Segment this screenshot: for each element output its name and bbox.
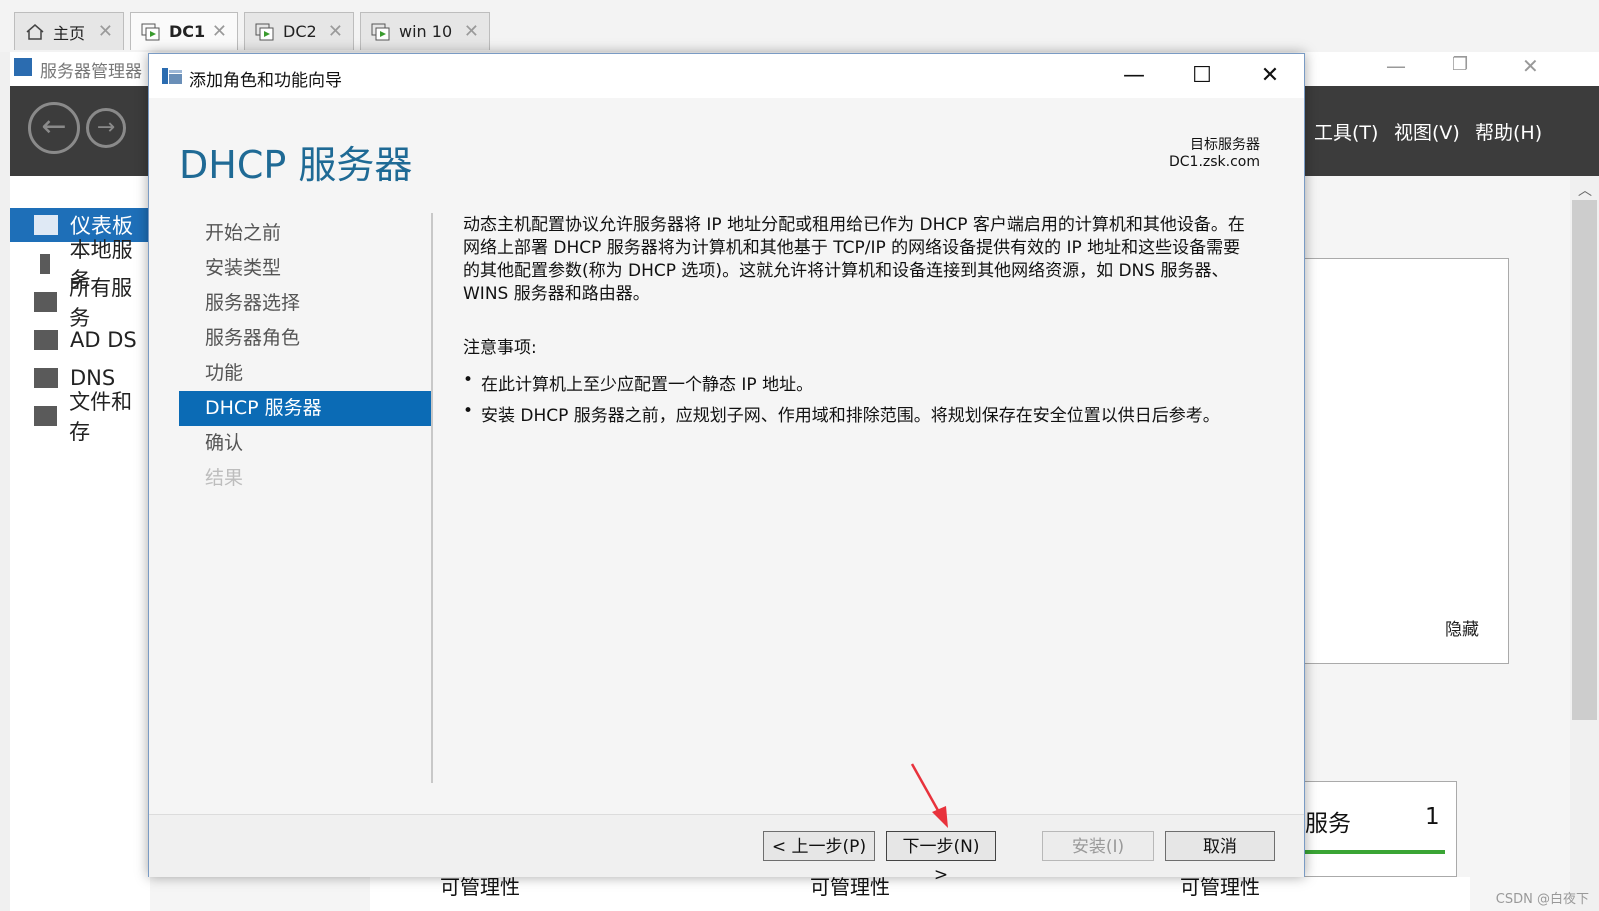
wizard-footer: < 上一步(P) 下一步(N) > 安装(I) 取消: [149, 814, 1304, 885]
next-button[interactable]: 下一步(N) >: [886, 831, 996, 885]
dns-icon: [34, 368, 58, 388]
bullet-icon: •: [463, 401, 474, 421]
description-line: 网络上部署 DHCP 服务器将为计算机和其他基于 TCP/IP 的网络设备提供有…: [463, 238, 1241, 258]
close-icon[interactable]: ✕: [1522, 54, 1539, 78]
cancel-button[interactable]: 取消: [1165, 831, 1275, 861]
note-text: 在此计算机上至少应配置一个静态 IP 地址。: [481, 375, 814, 395]
close-icon[interactable]: ✕: [464, 21, 479, 42]
menu-help[interactable]: 帮助(H): [1475, 118, 1542, 145]
step-installation-type[interactable]: 安装类型: [179, 251, 431, 286]
list-item: • 在此计算机上至少应配置一个静态 IP 地址。: [463, 370, 1220, 401]
server-icon: [40, 254, 50, 274]
forward-button[interactable]: →: [86, 108, 126, 148]
steps-divider: [431, 213, 433, 783]
tab-label: DC1: [169, 22, 206, 41]
page-title: DHCP 服务器: [179, 143, 413, 187]
target-server-label: 目标服务器: [1190, 137, 1260, 153]
tile-title: 服务: [1305, 811, 1351, 837]
add-roles-wizard-dialog: 添加角色和功能向导 — ☐ ✕ DHCP 服务器 目标服务器 DC1.zsk.c…: [148, 53, 1305, 885]
step-server-selection[interactable]: 服务器选择: [179, 286, 431, 321]
step-before-you-begin[interactable]: 开始之前: [179, 216, 431, 251]
note-text: 安装 DHCP 服务器之前，应规划子网、作用域和排除范围。将规划保存在安全位置以…: [481, 406, 1220, 426]
annotation-arrow-icon: [910, 763, 948, 828]
step-confirmation[interactable]: 确认: [179, 426, 431, 461]
sidebar-item-label: AD DS: [70, 328, 137, 352]
tab-label: 主页: [53, 23, 86, 43]
notes-title: 注意事项:: [463, 338, 537, 358]
vm-icon: [371, 23, 391, 41]
server-manager-icon: [14, 58, 32, 76]
sidebar-item-file-storage[interactable]: 文件和存: [10, 390, 150, 444]
server-manager-sidebar: 仪表板 本地服务 所有服务 AD DS DNS 文件和存: [10, 176, 150, 911]
tab-dc1[interactable]: DC1 ✕: [130, 12, 238, 50]
wizard-steps: 开始之前 安装类型 服务器选择 服务器角色 功能 DHCP 服务器 确认 结果: [179, 216, 431, 496]
scroll-thumb[interactable]: [1572, 200, 1597, 720]
ad-ds-icon: [34, 330, 58, 350]
close-icon[interactable]: ✕: [1247, 60, 1293, 92]
step-features[interactable]: 功能: [179, 356, 431, 391]
roles-tile[interactable]: 服务 1: [1305, 781, 1457, 877]
scroll-up-icon[interactable]: ︿: [1578, 180, 1592, 200]
close-icon[interactable]: ✕: [212, 21, 227, 42]
maximize-icon[interactable]: ☐: [1179, 60, 1225, 92]
wizard-title: 添加角色和功能向导: [189, 71, 342, 91]
watermark: CSDN @白夜下: [1495, 892, 1589, 907]
back-button[interactable]: ←: [28, 102, 80, 154]
description-line: WINS 服务器和路由器。: [463, 284, 650, 304]
target-server-value: DC1.zsk.com: [1168, 154, 1260, 170]
notes-list: • 在此计算机上至少应配置一个静态 IP 地址。 • 安装 DHCP 服务器之前…: [463, 370, 1220, 432]
tab-label: DC2: [283, 22, 317, 41]
wizard-icon: [161, 66, 183, 86]
bullet-icon: •: [463, 370, 474, 390]
scrollbar[interactable]: ︿: [1570, 176, 1599, 911]
close-icon[interactable]: ✕: [98, 21, 113, 42]
step-server-roles[interactable]: 服务器角色: [179, 321, 431, 356]
vm-icon: [141, 23, 161, 41]
sidebar-item-ad-ds[interactable]: AD DS: [10, 323, 150, 357]
home-icon: [25, 23, 45, 41]
tab-home[interactable]: 主页 ✕: [14, 12, 124, 50]
file-storage-icon: [34, 406, 58, 426]
servers-icon: [34, 292, 58, 312]
tile-status-bar: [1305, 850, 1445, 854]
previous-button[interactable]: < 上一步(P): [763, 831, 875, 861]
dhcp-description: 动态主机配置协议允许服务器将 IP 地址分配或租用给已作为 DHCP 客户端启用…: [463, 214, 1278, 306]
sidebar-item-all-servers[interactable]: 所有服务: [10, 276, 150, 330]
hide-link[interactable]: 隐藏: [1445, 615, 1479, 640]
wizard-body: DHCP 服务器 目标服务器 DC1.zsk.com 开始之前 安装类型 服务器…: [149, 98, 1304, 814]
restore-icon[interactable]: ❐: [1452, 54, 1468, 75]
dashboard-icon: [34, 215, 58, 235]
welcome-panel: 隐藏: [1305, 258, 1509, 664]
tab-label: win 10: [399, 22, 453, 41]
menu-tools[interactable]: 工具(T): [1314, 118, 1378, 145]
vm-tab-strip: 主页 ✕ DC1 ✕ DC2 ✕ win 10 ✕: [0, 0, 1599, 52]
server-manager-title: 服务器管理器: [40, 62, 142, 82]
tile-count: 1: [1425, 804, 1440, 830]
sidebar-item-label: 文件和存: [69, 390, 133, 444]
manageability-row: 可管理性 可管理性 可管理性: [370, 875, 1470, 911]
description-line: 的其他配置参数(称为 DHCP 选项)。这就允许将计算机和设备连接到其他网络资源…: [463, 261, 1229, 281]
minimize-icon[interactable]: —: [1111, 60, 1157, 92]
tab-dc2[interactable]: DC2 ✕: [244, 12, 354, 50]
description-line: 动态主机配置协议允许服务器将 IP 地址分配或租用给已作为 DHCP 客户端启用…: [463, 215, 1245, 235]
wizard-titlebar: 添加角色和功能向导 — ☐ ✕: [149, 54, 1304, 98]
list-item: • 安装 DHCP 服务器之前，应规划子网、作用域和排除范围。将规划保存在安全位…: [463, 401, 1220, 432]
install-button: 安装(I): [1042, 831, 1154, 861]
step-results: 结果: [205, 467, 244, 489]
vm-icon: [255, 23, 275, 41]
step-dhcp-server[interactable]: DHCP 服务器: [179, 391, 431, 426]
tab-win10[interactable]: win 10 ✕: [360, 12, 490, 50]
minimize-icon[interactable]: —: [1386, 54, 1406, 78]
close-icon[interactable]: ✕: [328, 21, 343, 42]
menu-view[interactable]: 视图(V): [1394, 118, 1460, 145]
